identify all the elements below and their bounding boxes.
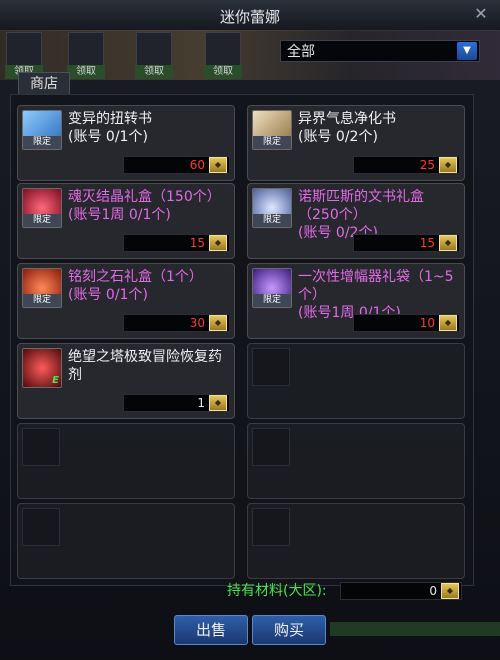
price-box: 10 ◆ — [353, 314, 460, 332]
price: 30 — [189, 316, 205, 330]
price-box: 1 ◆ — [123, 394, 230, 412]
coin-icon: ◆ — [209, 315, 227, 331]
empty-item-slot — [247, 503, 465, 579]
coin-icon: ◆ — [209, 235, 227, 251]
item-name: 异界气息净化书 (账号 0/2个) — [298, 111, 396, 145]
shop-item[interactable]: E 绝望之塔极致冒险恢复药剂 1 ◆ — [17, 343, 235, 419]
shop-window: 迷你蕾娜 ✕ 领取 领取 领取 领取 全部 ▼ 商店 限定 变异的扭转书(账号 … — [0, 0, 500, 660]
slot-label: 领取 — [204, 65, 242, 79]
buy-button[interactable]: 购买 — [252, 615, 326, 645]
filter-value: 全部 — [287, 44, 315, 60]
background-strip — [330, 622, 500, 636]
empty-item-slot — [247, 343, 465, 419]
shop-item[interactable]: 限定 变异的扭转书 (账号 0/1个) 60 ◆ — [17, 105, 235, 181]
item-name: 绝望之塔极致冒险恢复药剂 — [68, 349, 222, 383]
equip-mark-icon: E — [52, 375, 59, 386]
coin-icon: ◆ — [441, 583, 459, 599]
price: 15 — [189, 236, 205, 250]
potion-icon: E — [22, 348, 62, 388]
empty-icon — [22, 428, 60, 466]
coin-icon: ◆ — [209, 157, 227, 173]
slot-label: 领取 — [135, 65, 173, 79]
currency-amount: 0 — [429, 584, 437, 598]
limited-badge: 限定 — [23, 214, 61, 227]
price: 15 — [419, 236, 435, 250]
amplifier-bag-icon: 限定 — [252, 268, 292, 308]
empty-item-slot — [17, 423, 235, 499]
empty-icon — [252, 348, 290, 386]
chevron-down-icon[interactable]: ▼ — [457, 42, 477, 60]
price-box: 30 ◆ — [123, 314, 230, 332]
filter-select[interactable]: 全部 ▼ — [280, 40, 480, 62]
price-box: 25 ◆ — [353, 156, 460, 174]
top-slot[interactable]: 领取 — [67, 32, 105, 79]
sell-button[interactable]: 出售 — [174, 615, 248, 645]
currency-box: 0 ◆ — [340, 582, 462, 600]
coin-icon: ◆ — [209, 395, 227, 411]
price: 10 — [419, 316, 435, 330]
price: 25 — [419, 158, 435, 172]
price-box: 60 ◆ — [123, 156, 230, 174]
top-slot[interactable]: 领取 — [204, 32, 242, 79]
document-box-icon: 限定 — [252, 188, 292, 228]
tab-shop[interactable]: 商店 — [18, 72, 70, 95]
stone-box-icon: 限定 — [22, 268, 62, 308]
empty-icon — [252, 508, 290, 546]
empty-item-slot — [247, 423, 465, 499]
shop-item[interactable]: 限定 异界气息净化书 (账号 0/2个) 25 ◆ — [247, 105, 465, 181]
shop-item[interactable]: 限定 诺斯匹斯的文书礼盒（250个） (账号 0/2个) 15 ◆ — [247, 183, 465, 259]
shop-item[interactable]: 限定 铭刻之石礼盒（1个） (账号 0/1个) 30 ◆ — [17, 263, 235, 339]
coin-icon: ◆ — [439, 157, 457, 173]
limited-badge: 限定 — [253, 214, 291, 227]
limited-badge: 限定 — [23, 294, 61, 307]
top-slot[interactable]: 领取 — [135, 32, 173, 79]
empty-item-slot — [17, 503, 235, 579]
price-box: 15 ◆ — [123, 234, 230, 252]
slot-label: 领取 — [67, 65, 105, 79]
limited-badge: 限定 — [253, 294, 291, 307]
scroll-icon: 限定 — [22, 110, 62, 150]
price: 1 — [197, 396, 205, 410]
close-icon[interactable]: ✕ — [472, 5, 490, 23]
price-box: 15 ◆ — [353, 234, 460, 252]
item-name: 变异的扭转书 (账号 0/1个) — [68, 111, 152, 145]
shop-item[interactable]: 限定 一次性增幅器礼袋（1~5个） (账号1周 0/1个) 10 ◆ — [247, 263, 465, 339]
item-name: 魂灭结晶礼盒（150个） (账号1周 0/1个) — [68, 189, 221, 223]
empty-icon — [252, 428, 290, 466]
item-grid: 限定 变异的扭转书 (账号 0/1个) 60 ◆ 限定 异界气息净化书 (账号 0/2… — [10, 94, 474, 586]
coin-icon: ◆ — [439, 235, 457, 251]
shop-item[interactable]: 限定 魂灭结晶礼盒（150个） (账号1周 0/1个) 15 ◆ — [17, 183, 235, 259]
coin-icon: ◆ — [439, 315, 457, 331]
empty-icon — [22, 508, 60, 546]
limited-badge: 限定 — [253, 136, 291, 149]
crystal-box-icon: 限定 — [22, 188, 62, 228]
limited-badge: 限定 — [23, 136, 61, 149]
window-title: 迷你蕾娜 — [219, 8, 280, 26]
price: 60 — [189, 158, 205, 172]
book-icon: 限定 — [252, 110, 292, 150]
title-bar: 迷你蕾娜 ✕ — [0, 0, 500, 31]
currency-label: 持有材料(大区): — [227, 583, 327, 599]
item-name: 铭刻之石礼盒（1个） (账号 0/1个) — [68, 269, 203, 303]
